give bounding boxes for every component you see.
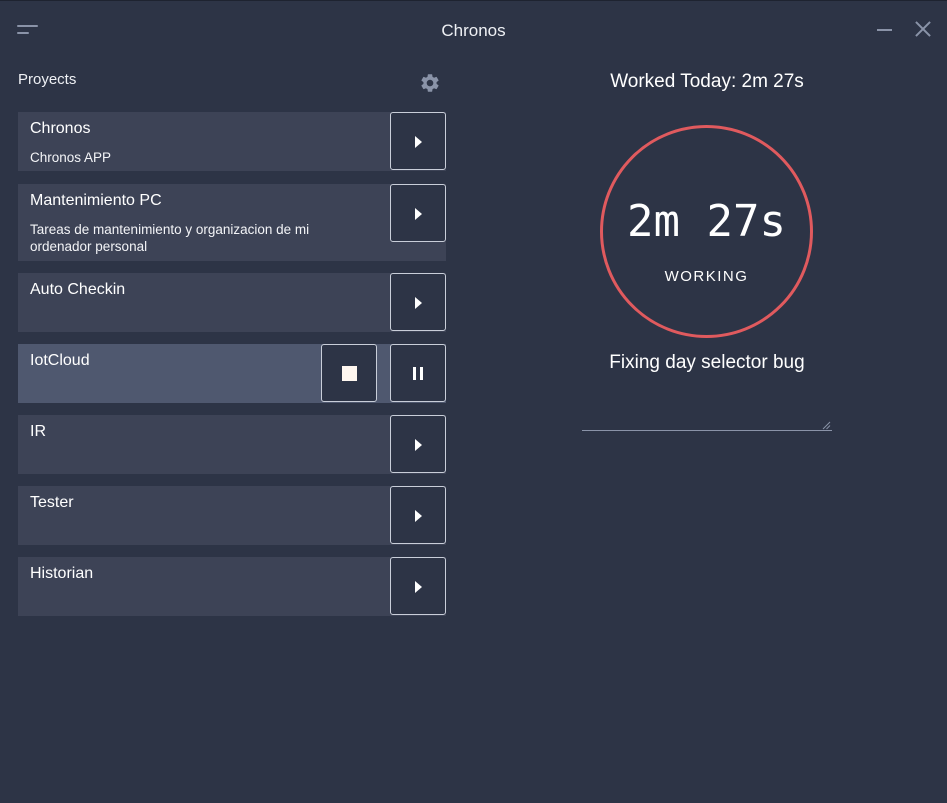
play-icon	[415, 581, 422, 593]
play-icon	[415, 439, 422, 451]
project-name: Historian	[30, 565, 94, 582]
gear-icon[interactable]	[419, 72, 441, 94]
play-button[interactable]	[390, 184, 446, 242]
projects-header: Proyects	[18, 71, 77, 88]
project-card[interactable]: Auto Checkin	[18, 273, 446, 332]
project-card[interactable]: Tester	[18, 486, 446, 545]
task-notes-input[interactable]	[582, 391, 832, 431]
project-card[interactable]: IR	[18, 415, 446, 474]
worked-today-label: Worked Today: 2m 27s	[610, 71, 804, 92]
project-description: Chronos APP	[30, 150, 112, 165]
titlebar: Chronos	[0, 1, 947, 59]
stop-button[interactable]	[321, 344, 377, 402]
play-button[interactable]	[390, 557, 446, 615]
project-name: IR	[30, 423, 46, 440]
play-button[interactable]	[390, 112, 446, 170]
project-name: Mantenimiento PC	[30, 192, 162, 209]
pause-icon	[413, 367, 416, 380]
resize-handle-icon[interactable]	[822, 421, 831, 430]
project-card-active[interactable]: IotCloud	[18, 344, 446, 403]
timer-status: WORKING	[664, 268, 749, 285]
timer-ring: 2m 27s WORKING	[600, 125, 813, 338]
play-icon	[415, 136, 422, 148]
play-button[interactable]	[390, 415, 446, 473]
pause-button[interactable]	[390, 344, 446, 402]
play-icon	[415, 208, 422, 220]
timer-value: 2m 27s	[627, 196, 786, 247]
play-button[interactable]	[390, 273, 446, 331]
project-name: Chronos	[30, 120, 91, 137]
play-button[interactable]	[390, 486, 446, 544]
minimize-icon[interactable]	[874, 18, 896, 40]
project-name: Tester	[30, 494, 74, 511]
stop-icon	[342, 366, 357, 381]
project-description: Tareas de mantenimiento y organizacion d…	[30, 222, 310, 254]
project-card[interactable]: Mantenimiento PC Tareas de mantenimiento…	[18, 184, 446, 261]
play-icon	[415, 297, 422, 309]
app-window: Chronos Proyects Chronos Chronos APP Man…	[0, 0, 947, 803]
window-title: Chronos	[441, 21, 506, 40]
task-title[interactable]: Fixing day selector bug	[582, 352, 832, 374]
play-icon	[415, 510, 422, 522]
close-icon[interactable]	[912, 18, 934, 40]
project-card[interactable]: Chronos Chronos APP	[18, 112, 446, 171]
project-name: Auto Checkin	[30, 281, 126, 298]
project-card[interactable]: Historian	[18, 557, 446, 616]
project-name: IotCloud	[30, 352, 90, 369]
